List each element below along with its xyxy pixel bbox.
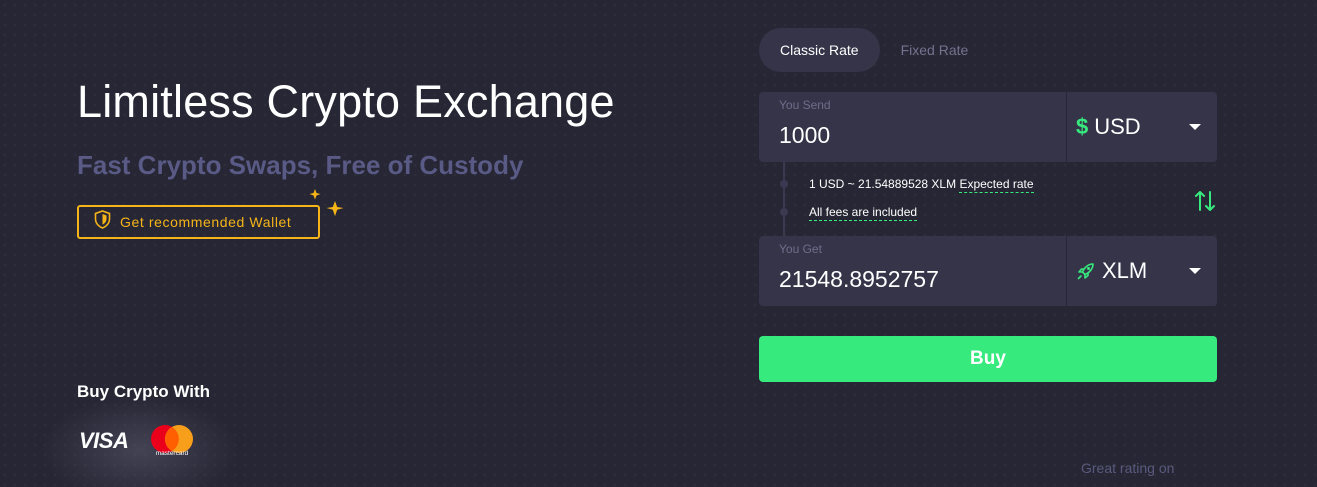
send-currency-label: USD (1094, 114, 1141, 139)
rate-connector-dot (780, 180, 788, 188)
page-title: Limitless Crypto Exchange (77, 76, 615, 127)
you-get-label: You Get (779, 242, 822, 256)
you-send-field: You Send $ USD (759, 92, 1217, 162)
dollar-icon: $ (1076, 114, 1089, 139)
fees-included-link[interactable]: All fees are included (809, 205, 918, 221)
tab-fixed-rate[interactable]: Fixed Rate (880, 28, 990, 72)
mastercard-logo (151, 425, 193, 453)
chevron-down-icon (1189, 124, 1201, 130)
send-amount-input[interactable] (779, 122, 1059, 149)
wallet-button-label: Get recommended Wallet (120, 214, 292, 230)
page-subtitle: Fast Crypto Swaps, Free of Custody (77, 150, 524, 180)
visa-logo: VISA (79, 428, 129, 453)
you-get-field: You Get XLM (759, 236, 1217, 306)
tab-classic-rate[interactable]: Classic Rate (759, 28, 880, 72)
expected-rate-link[interactable]: Expected rate (959, 177, 1034, 193)
chevron-down-icon (1189, 268, 1201, 274)
payment-logos-glow (40, 395, 240, 487)
send-currency-select[interactable]: $ USD (1067, 92, 1217, 162)
rate-connector-line (783, 162, 785, 236)
you-send-label: You Send (779, 98, 831, 112)
sparkle-stars-icon (309, 189, 344, 216)
great-rating-text: Great rating on (1081, 460, 1175, 476)
rocket-icon (1077, 263, 1094, 280)
rate-tabs: Classic Rate Fixed Rate (759, 28, 989, 72)
mastercard-wordmark: mastercard (155, 450, 189, 457)
buy-button[interactable]: Buy (759, 336, 1217, 382)
fees-info: All fees are included (809, 205, 918, 221)
swap-arrows-icon[interactable] (1193, 189, 1217, 213)
get-recommended-wallet-button[interactable]: Get recommended Wallet (77, 205, 320, 239)
get-amount-input[interactable] (779, 266, 1059, 293)
exchange-rate-info: 1 USD ~ 21.54889528 XLM Expected rate (809, 177, 1034, 193)
buy-crypto-with-heading: Buy Crypto With (77, 382, 211, 401)
shield-icon (94, 210, 111, 234)
get-currency-label: XLM (1102, 258, 1148, 283)
exchange-rate-text: 1 USD ~ 21.54889528 XLM (809, 177, 957, 191)
rate-connector-dot (780, 208, 788, 216)
get-currency-select[interactable]: XLM (1067, 236, 1217, 306)
